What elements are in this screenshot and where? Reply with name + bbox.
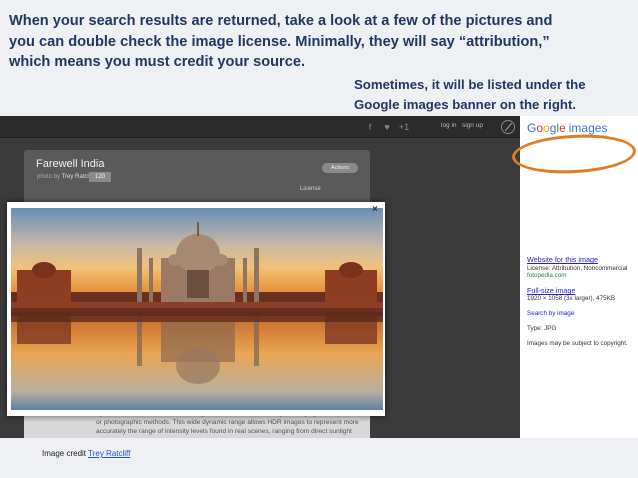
headline: When your search results are returned, t…	[9, 11, 629, 73]
photo-byline: photo by Trey Ratcliff	[37, 174, 93, 180]
byline-prefix: photo by	[37, 174, 61, 180]
description-line-3: accurately the range of intensity levels…	[96, 428, 352, 435]
taj-mahal-photo[interactable]	[11, 208, 383, 410]
page-top-bar: f ♥ +1 log in sign up	[0, 116, 520, 138]
image-credit: Image credit Trey Ratcliff	[42, 449, 130, 458]
credit-prefix: Image credit	[42, 449, 87, 458]
copyright-notice: Images may be subject to copyright.	[527, 340, 628, 347]
full-size-info: 1920 × 1058 (3x larger), 475KB	[527, 295, 616, 302]
side-note-line-1: Sometimes, it will be listed under the	[354, 77, 586, 92]
search-by-image-link[interactable]: Search by image	[527, 310, 574, 317]
view-count-badge: 120	[89, 172, 111, 182]
side-note: Sometimes, it will be listed under the G…	[354, 75, 586, 115]
full-size-image-link[interactable]: Full-size image	[527, 287, 575, 295]
actions-button[interactable]: Actions	[322, 163, 358, 173]
google-plus-icon[interactable]: +1	[396, 120, 412, 134]
google-images-logo: Google images	[527, 121, 608, 135]
headline-line-2: you can double check the image license. …	[9, 33, 550, 50]
twitter-icon[interactable]: ♥	[379, 120, 395, 134]
facebook-icon[interactable]: f	[362, 120, 378, 134]
image-type: Type: JPG	[527, 325, 557, 332]
description-line-2: or photographic methods. This wide dynam…	[96, 419, 359, 426]
headline-line-3: which means you must credit your source.	[9, 54, 306, 70]
close-icon[interactable]: ×	[372, 205, 378, 215]
credit-link[interactable]: Trey Ratcliff	[88, 449, 130, 458]
headline-line-1: When your search results are returned, t…	[9, 13, 553, 29]
side-note-line-2: Google images banner on the right.	[354, 97, 577, 112]
website-for-image-link[interactable]: Website for this image	[527, 256, 598, 264]
photo-title: Farewell India	[36, 158, 105, 170]
compass-icon[interactable]	[501, 120, 515, 134]
signup-link[interactable]: sign up	[462, 122, 483, 129]
login-link[interactable]: log in	[441, 122, 457, 129]
license-label: License	[300, 186, 321, 192]
source-domain: fotopedia.com	[527, 272, 567, 279]
